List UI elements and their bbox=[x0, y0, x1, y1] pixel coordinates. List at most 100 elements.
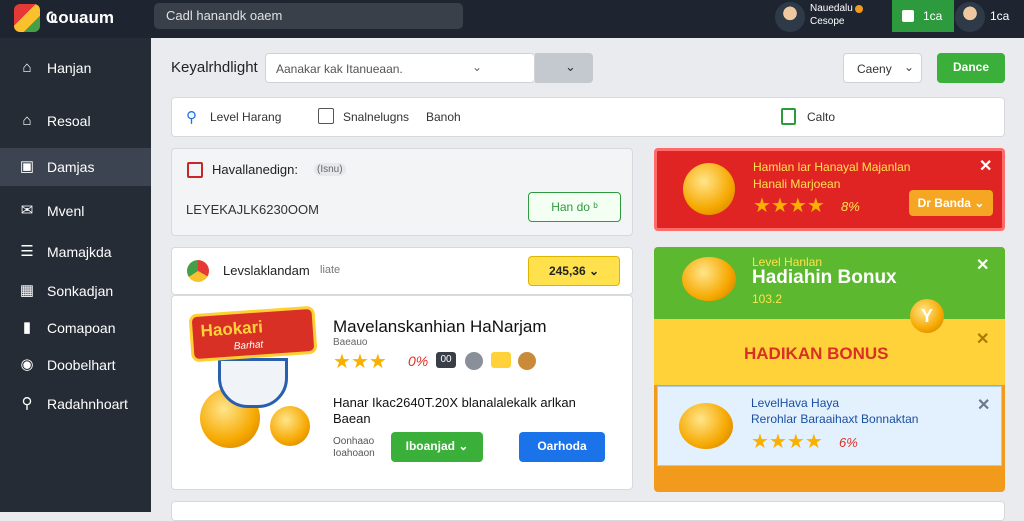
sidebar-item-mamajkda[interactable]: ☰ Mamajkda bbox=[0, 233, 151, 271]
sort-dropdown[interactable]: Caeny ⌄ bbox=[843, 53, 922, 83]
top-bar: Ҩouaum Cadl hanandk oaem Nauedalu Cesope… bbox=[0, 0, 1024, 38]
bell-icon bbox=[902, 10, 914, 22]
balance-value: 245,36 bbox=[548, 264, 586, 278]
promo-headline: HADIKAN BONUS bbox=[744, 344, 889, 363]
promo-banner-yellow[interactable]: HADIKAN BONUS ✕ bbox=[654, 319, 1005, 385]
sidebar-item-resoal[interactable]: ⌂ Resoal bbox=[0, 102, 151, 140]
sidebar-item-sonkadjan[interactable]: ▦ Sonkadjan bbox=[0, 272, 151, 310]
notifications-button[interactable]: 1ca bbox=[892, 0, 954, 32]
app-logo-icon[interactable] bbox=[14, 4, 40, 32]
glasses-icon bbox=[491, 352, 511, 368]
sidebar-item-label: Sonkadjan bbox=[47, 283, 114, 299]
treasure-icon bbox=[682, 257, 736, 301]
user-icon: ▣ bbox=[19, 158, 35, 175]
star-icon: ★ bbox=[350, 351, 369, 373]
game-meta: Oonhaao bbox=[333, 436, 375, 447]
dropdown-label: Caeny bbox=[857, 62, 892, 76]
details-button[interactable]: Oarhoda bbox=[519, 432, 605, 462]
sidebar-item-label: Radahnhoart bbox=[47, 396, 128, 412]
star-icon: ★ bbox=[788, 195, 807, 217]
promo-banner-blue[interactable]: LevelHava Haya Rerohlar Baraaihaxt Bonna… bbox=[657, 386, 1002, 466]
notification-dot-icon bbox=[855, 5, 863, 13]
chevron-down-icon: ⌄ bbox=[904, 60, 915, 74]
star-icon: ★ bbox=[333, 351, 351, 373]
badge-icon: 00 bbox=[436, 352, 456, 368]
export-button[interactable]: Calto bbox=[807, 110, 835, 124]
user-status: Cesope bbox=[810, 16, 845, 27]
filter-bar: ⚲ Level Harang Snalnelugns Banoh Calto bbox=[171, 97, 1005, 137]
list-icon: ☰ bbox=[20, 243, 34, 260]
close-icon[interactable]: ✕ bbox=[976, 255, 989, 275]
promo-subtitle: Rerohlar Baraaihaxt Bonnaktan bbox=[751, 412, 919, 426]
promo-headline: Hadiahin Bonux bbox=[752, 267, 897, 288]
game-title: Mavelanskanhian HaNarjam bbox=[333, 317, 547, 336]
category-select[interactable]: Aanakar kak Itanueaan. ⌄ bbox=[265, 53, 535, 83]
close-icon[interactable]: ✕ bbox=[976, 329, 989, 349]
level-filter[interactable]: Level Harang bbox=[210, 110, 281, 124]
checkbox-extra-label: Banoh bbox=[426, 110, 461, 124]
promo-action-button[interactable]: Dr Banda ⌄ bbox=[909, 190, 993, 216]
star-rating: ★★★★ bbox=[751, 432, 823, 453]
featured-game-card: Haokari Barhat Mavelanskanhian HaNarjam … bbox=[171, 295, 633, 490]
balance-badge[interactable]: 245,36 ⌄ bbox=[528, 256, 620, 286]
coin-icon bbox=[270, 406, 310, 446]
notifications-count: 1ca bbox=[923, 9, 943, 23]
filter-checkbox[interactable] bbox=[318, 108, 334, 124]
play-button-label: Iboanjad bbox=[405, 439, 455, 453]
chevron-down-icon: ⌄ bbox=[472, 60, 483, 74]
star-icon: ★ bbox=[770, 195, 789, 217]
profile-avatar[interactable] bbox=[955, 2, 985, 32]
promo-rating: 8% bbox=[841, 199, 860, 214]
game-card-header: Levslaklandam liate 245,36 ⌄ bbox=[171, 247, 633, 295]
star-rating: ★★★ bbox=[333, 352, 387, 373]
game-description: Hanar Ikac2640T.20X blanalalekalk arlkan… bbox=[333, 395, 576, 426]
game-card-title: Levslaklandam bbox=[223, 263, 310, 278]
coin-bowl-icon bbox=[683, 163, 735, 215]
logo-subtitle: Barhat bbox=[233, 339, 264, 353]
play-button[interactable]: Iboanjad ⌄ bbox=[391, 432, 483, 462]
sidebar-item-label: Resoal bbox=[47, 113, 91, 129]
game-card-subtitle: liate bbox=[320, 264, 341, 276]
game-meta: Ioahoaon bbox=[333, 448, 375, 459]
star-icon: ★ bbox=[804, 431, 823, 453]
app-brand[interactable]: Ҩouaum bbox=[46, 8, 114, 28]
star-icon: ★ bbox=[753, 195, 771, 217]
chrome-icon bbox=[187, 260, 209, 282]
coin-gray-icon bbox=[465, 352, 483, 370]
bowl-icon bbox=[218, 358, 288, 408]
sidebar-item-label: Mamajkda bbox=[47, 244, 112, 260]
promo-stack: Level Hanlan Hadiahin Bonux 103.2 ✕ HADI… bbox=[654, 247, 1005, 492]
sidebar-item-mvenl[interactable]: ✉ Mvenl bbox=[0, 192, 151, 230]
checkbox-label: Snalnelugns bbox=[343, 110, 410, 124]
create-button[interactable]: Dance bbox=[937, 53, 1005, 83]
select-value: Aanakar kak Itanueaan. bbox=[276, 62, 403, 76]
close-icon[interactable]: ✕ bbox=[977, 395, 990, 415]
info-card: Havallanedign: (Isnu) LEYEKAJLK6230OOM H… bbox=[171, 148, 633, 236]
card-code: LEYEKAJLK6230OOM bbox=[186, 202, 319, 217]
promo-banner-red[interactable]: Hamlan lar Hanayal Majanlan Hanali Marjo… bbox=[654, 148, 1005, 231]
profile-label: 1ca bbox=[990, 9, 1010, 23]
chevron-down-icon: ⌄ bbox=[565, 59, 576, 74]
select-toggle-button[interactable]: ⌄ bbox=[535, 53, 593, 83]
star-icon: ★ bbox=[751, 431, 769, 453]
promo-banner-green[interactable]: Level Hanlan Hadiahin Bonux 103.2 ✕ bbox=[654, 247, 1005, 319]
rating-percent: 0% bbox=[408, 353, 429, 369]
chevron-down-icon: ⌄ bbox=[458, 439, 469, 453]
promo-subtitle: Hanali Marjoean bbox=[753, 177, 841, 191]
main-content: Keyalrhdlight Aanakar kak Itanueaan. ⌄ ⌄… bbox=[151, 38, 1024, 521]
sidebar-item-hanjan[interactable]: ⌂ Hanjan bbox=[0, 49, 151, 87]
close-icon[interactable]: ✕ bbox=[979, 156, 992, 176]
game-subtitle: Baeauo bbox=[333, 337, 368, 348]
card-tag: (Isnu) bbox=[314, 163, 346, 176]
wrench-icon: ⚲ bbox=[21, 395, 33, 412]
sidebar-item-doobelhart[interactable]: ◉ Doobelhart bbox=[0, 346, 151, 384]
mail-icon: ✉ bbox=[20, 202, 34, 219]
sidebar-item-comapoan[interactable]: ▮ Comapoan bbox=[0, 309, 151, 347]
coin-bronze-icon bbox=[518, 352, 536, 370]
card-action-button[interactable]: Han do ᵇ bbox=[528, 192, 621, 222]
promo-value: 103.2 bbox=[752, 292, 783, 306]
avatar[interactable] bbox=[775, 2, 805, 32]
search-input[interactable]: Cadl hanandk oaem bbox=[154, 3, 463, 29]
sidebar-item-damjas[interactable]: ▣ Damjas bbox=[0, 148, 151, 186]
sidebar-item-radahnhoart[interactable]: ⚲ Radahnhoart bbox=[0, 385, 151, 423]
